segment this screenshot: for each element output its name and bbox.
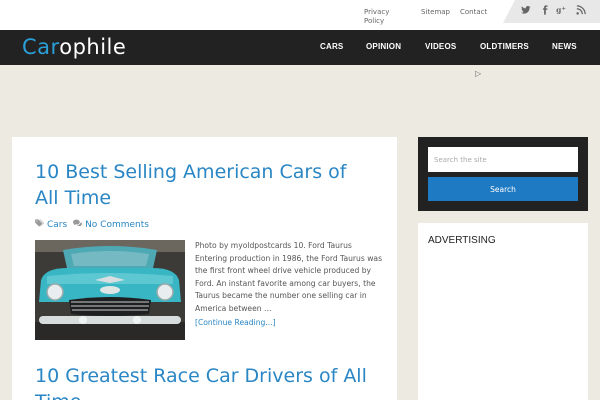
google-plus-icon-svg: g + xyxy=(556,6,566,15)
svg-text:+: + xyxy=(562,6,566,12)
advertising-widget: ADVERTISING xyxy=(418,223,588,400)
post-meta: Cars No Comments xyxy=(35,219,152,230)
post-title-link[interactable]: 10 Best Selling American Cars of All Tim… xyxy=(35,159,365,211)
facebook-icon-svg xyxy=(542,5,548,15)
search-widget: Search xyxy=(418,137,588,211)
post-comments-link[interactable]: No Comments xyxy=(85,220,149,230)
nav-item-cars[interactable]: CARS xyxy=(320,42,343,51)
nav-item-oldtimers[interactable]: OLDTIMERS xyxy=(480,42,529,51)
nav-item-opinion[interactable]: OPINION xyxy=(366,42,401,51)
tag-icon-svg xyxy=(35,219,44,227)
contact-link[interactable]: Contact xyxy=(460,8,487,17)
google-plus-icon[interactable]: g + xyxy=(556,5,568,18)
main-nav: CARS OPINION VIDEOS OLDTIMERS NEWS xyxy=(0,42,600,54)
sitemap-link[interactable]: Sitemap xyxy=(421,8,450,17)
twitter-icon[interactable] xyxy=(521,5,531,18)
twitter-icon-svg xyxy=(521,6,531,14)
facebook-icon[interactable] xyxy=(540,5,550,18)
main-content: 10 Best Selling American Cars of All Tim… xyxy=(12,137,397,400)
post-excerpt: Photo by myoldpostcards 10. Ford Taurus … xyxy=(195,241,383,313)
search-button[interactable]: Search xyxy=(428,177,578,201)
privacy-policy-link[interactable]: Privacy Policy xyxy=(364,8,396,26)
vintage-car-image xyxy=(35,240,185,340)
comments-icon-svg xyxy=(73,219,83,227)
tag-icon xyxy=(35,219,44,229)
advertising-heading: ADVERTISING xyxy=(428,235,496,246)
nav-item-news[interactable]: NEWS xyxy=(552,42,577,51)
rss-icon-svg xyxy=(576,5,586,15)
top-utility-bar: Privacy Policy Sitemap Contact g + xyxy=(0,0,600,30)
ad-choices-icon[interactable]: ▷ xyxy=(475,69,481,78)
continue-reading-link[interactable]: [Continue Reading...] xyxy=(195,318,276,327)
site-header: Carophile CARS OPINION VIDEOS OLDTIMERS … xyxy=(0,30,600,65)
comments-icon xyxy=(73,219,83,229)
post-thumbnail[interactable] xyxy=(35,240,185,340)
rss-icon[interactable] xyxy=(576,5,586,18)
post-category-link[interactable]: Cars xyxy=(47,220,67,230)
search-input[interactable] xyxy=(428,147,578,172)
post-title-link-2[interactable]: 10 Greatest Race Car Drivers of All Time xyxy=(35,363,375,400)
nav-item-videos[interactable]: VIDEOS xyxy=(425,42,456,51)
social-icons-bar: g + xyxy=(503,0,600,23)
